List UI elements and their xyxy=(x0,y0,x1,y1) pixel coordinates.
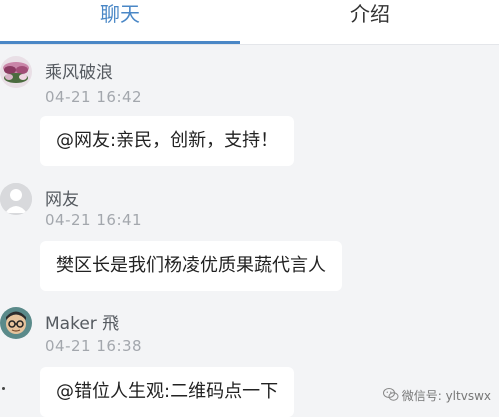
comment-bubble[interactable]: @网友:亲民，创新，支持！ xyxy=(40,116,295,166)
default-person-icon xyxy=(0,183,32,215)
commenter-name: 网友 xyxy=(45,190,79,210)
avatar[interactable] xyxy=(0,56,32,88)
wechat-watermark: 微信号: yltvswx xyxy=(382,387,491,405)
stray-dot xyxy=(2,387,5,390)
commenter-name: Maker 飛 xyxy=(45,314,120,334)
watermark-text: 微信号: yltvswx xyxy=(401,388,491,403)
flower-avatar-icon xyxy=(0,56,32,88)
comment-time: 04-21 16:38 xyxy=(45,337,143,355)
cartoon-avatar-icon xyxy=(0,307,32,339)
comment-bubble[interactable]: 樊区长是我们杨凌优质果蔬代言人 xyxy=(40,241,342,291)
wechat-icon xyxy=(382,388,399,404)
comment-time: 04-21 16:41 xyxy=(45,211,143,229)
tab-intro[interactable]: 介绍 xyxy=(250,0,490,42)
avatar[interactable] xyxy=(0,183,32,215)
commenter-name: 乘风破浪 xyxy=(45,63,113,83)
comment-time: 04-21 16:42 xyxy=(45,88,143,106)
active-tab-indicator xyxy=(0,41,240,44)
tab-chat[interactable]: 聊天 xyxy=(0,0,240,42)
tab-bar: 聊天 介绍 xyxy=(0,0,499,45)
avatar[interactable] xyxy=(0,307,32,339)
